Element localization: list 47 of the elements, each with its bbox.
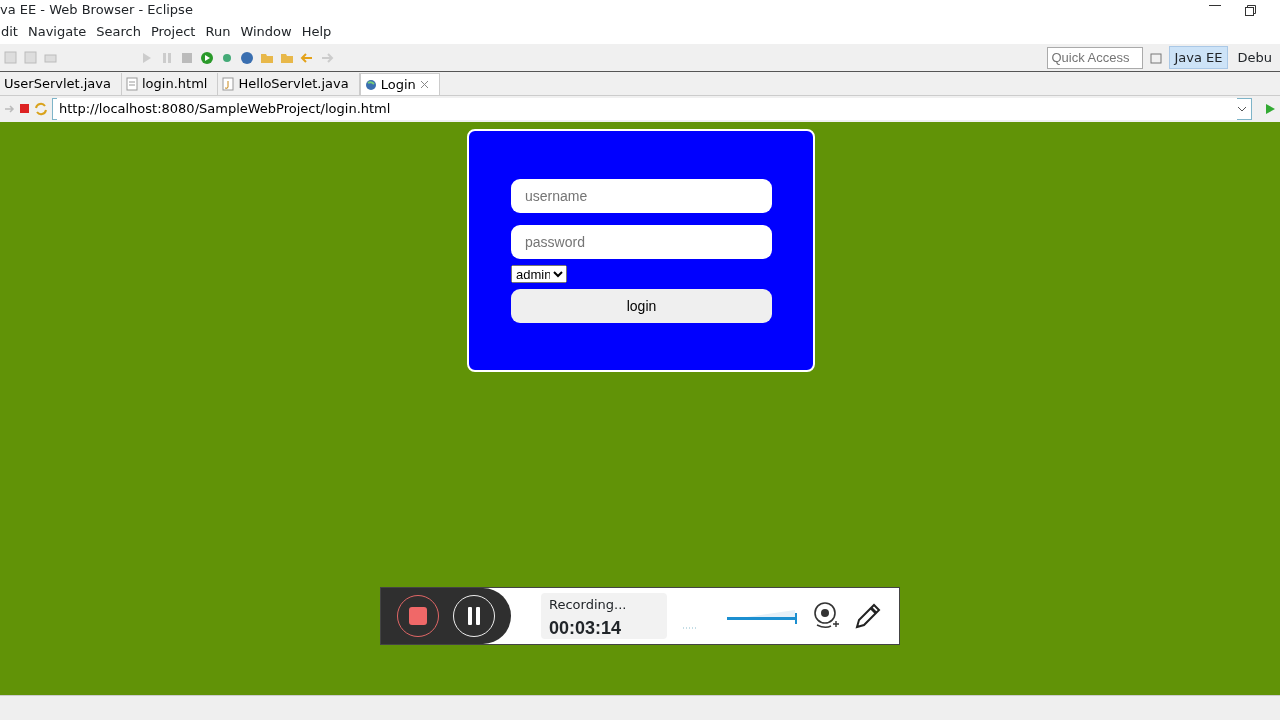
- menu-item[interactable]: Navigate: [27, 22, 87, 42]
- forward-icon[interactable]: [4, 103, 16, 115]
- volume-slider[interactable]: [727, 610, 797, 622]
- dropdown-icon[interactable]: [1237, 106, 1247, 112]
- window-title: va EE - Web Browser - Eclipse: [0, 1, 193, 20]
- html-file-icon: [126, 77, 138, 91]
- java-file-icon: [222, 77, 235, 91]
- recording-status: Recording...: [549, 596, 628, 614]
- pause-icon: [468, 607, 480, 625]
- username-field[interactable]: username: [511, 179, 772, 213]
- minimize-icon[interactable]: [1209, 4, 1221, 7]
- editor-tab[interactable]: HelloServlet.java: [218, 73, 360, 95]
- login-button[interactable]: login: [511, 289, 772, 323]
- pause-icon[interactable]: [160, 50, 174, 65]
- globe-icon: [364, 77, 377, 92]
- globe-icon[interactable]: [240, 50, 254, 65]
- menu-item[interactable]: Project: [150, 22, 196, 42]
- pencil-icon[interactable]: [855, 603, 881, 629]
- menu-item[interactable]: Window: [240, 22, 292, 42]
- save-icon[interactable]: [4, 50, 18, 65]
- menu-item[interactable]: Help: [301, 22, 332, 42]
- forward-icon[interactable]: [320, 50, 334, 65]
- go-icon[interactable]: [1264, 103, 1276, 115]
- password-field[interactable]: password: [511, 225, 772, 259]
- perspective-icon[interactable]: [1149, 50, 1164, 65]
- menu-item[interactable]: Search: [96, 22, 141, 42]
- perspective-button[interactable]: Debu: [1233, 46, 1276, 69]
- address-field[interactable]: http://localhost:8080/SampleWebProject/login.html: [52, 98, 1252, 120]
- close-icon[interactable]: [419, 80, 429, 89]
- menu-item[interactable]: dit: [1, 22, 18, 42]
- menu-item[interactable]: Run: [205, 22, 231, 42]
- perspective-button[interactable]: Java EE: [1169, 45, 1228, 70]
- restore-icon[interactable]: [1245, 4, 1256, 16]
- elapsed-time: 00:03:14: [549, 616, 623, 640]
- stop-icon[interactable]: [20, 104, 30, 114]
- editor-tab[interactable]: UserServlet.java: [0, 73, 122, 95]
- editor-tab[interactable]: Login: [359, 73, 440, 95]
- stop-icon: [409, 607, 427, 625]
- webcam-icon[interactable]: [813, 602, 839, 630]
- quick-access-field[interactable]: Quick Access: [1047, 46, 1144, 69]
- run-icon[interactable]: [200, 50, 214, 65]
- role-select[interactable]: admin: [511, 265, 567, 283]
- back-icon[interactable]: [300, 50, 314, 65]
- audio-level-icon: [683, 626, 697, 630]
- editor-tab[interactable]: login.html: [122, 73, 219, 95]
- refresh-icon[interactable]: [34, 102, 48, 116]
- save-all-icon[interactable]: [24, 50, 38, 65]
